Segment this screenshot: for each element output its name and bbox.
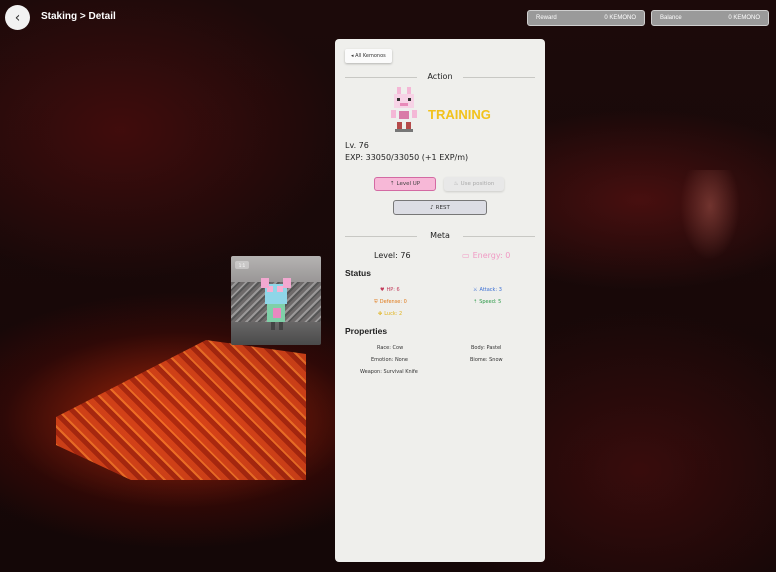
clover-icon: ✤ (378, 311, 383, 317)
balance-pill: Balance 0 KEMONO (651, 10, 769, 26)
kemono-preview-image[interactable]: 1:1 (231, 256, 321, 345)
stat-attack: ⚔ Attack: 3 (473, 287, 502, 293)
level-text: Lv. 76 (345, 141, 369, 150)
stat-speed: ⇡ Speed: 5 (473, 299, 501, 305)
status-heading: Status (345, 268, 371, 278)
property-body: Body: Pastel (471, 345, 502, 351)
use-potion-label: Use position (460, 181, 495, 187)
property-race: Race: Cow (377, 345, 404, 351)
property-biome: Biome: Snow (470, 357, 503, 363)
property-weapon: Weapon: Survival Knife (360, 369, 418, 375)
kemono-sprite (391, 87, 417, 132)
all-kemonos-button[interactable]: ◂ All Kemonos (345, 49, 392, 63)
meta-level: Level: 76 (374, 251, 411, 260)
arrow-up-icon: ⇡ (389, 181, 395, 187)
battery-empty-icon: ▭ (462, 251, 470, 260)
exp-text: EXP: 33050/33050 (+1 EXP/m) (345, 153, 469, 162)
reward-pill: Reward 0 KEMONO (527, 10, 645, 26)
balance-label: Balance (660, 15, 682, 21)
detail-panel: ◂ All Kemonos Action TRAINING Lv. 76 EXP… (335, 39, 545, 562)
background-creature (680, 170, 740, 260)
stat-defense: ⛨ Defense: 0 (374, 299, 407, 305)
stat-luck-label: Luck: 2 (384, 311, 403, 317)
use-potion-button[interactable]: ♨ Use position (444, 177, 504, 191)
stat-attack-label: Attack: 3 (479, 287, 502, 293)
properties-heading: Properties (345, 326, 388, 336)
sleep-icon: ♪ (430, 204, 434, 211)
shield-icon: ⛨ (374, 299, 378, 305)
action-section-title: Action (345, 72, 535, 81)
reward-value: 0 KEMONO (604, 15, 636, 21)
arrow-up-icon: ⇡ (473, 299, 478, 305)
level-up-button[interactable]: ⇡ Level UP (374, 177, 436, 191)
rest-label: REST (435, 204, 450, 211)
stat-hp: ♥ HP: 6 (380, 287, 400, 293)
heart-icon: ♥ (380, 287, 385, 293)
stat-defense-label: Defense: 0 (379, 299, 407, 305)
meta-energy-label: Energy: 0 (472, 251, 511, 260)
stat-hp-label: HP: 6 (386, 287, 400, 293)
rest-button[interactable]: ♪ REST (393, 200, 487, 215)
flask-icon: ♨ (453, 181, 459, 187)
meta-energy: ▭ Energy: 0 (462, 251, 510, 260)
stat-speed-label: Speed: 5 (479, 299, 502, 305)
breadcrumb: Staking > Detail (41, 11, 116, 22)
back-button[interactable]: ‹ (5, 5, 30, 30)
training-status: TRAINING (428, 107, 491, 122)
meta-section-title: Meta (345, 231, 535, 240)
stat-luck: ✤ Luck: 2 (378, 311, 402, 317)
sword-icon: ⚔ (473, 287, 478, 293)
level-up-label: Level UP (396, 181, 421, 187)
balance-value: 0 KEMONO (728, 15, 760, 21)
property-emotion: Emotion: None (371, 357, 408, 363)
chevron-left-icon: ‹ (14, 9, 21, 26)
kemono-3d-sprite (261, 278, 291, 330)
reward-label: Reward (536, 15, 557, 21)
